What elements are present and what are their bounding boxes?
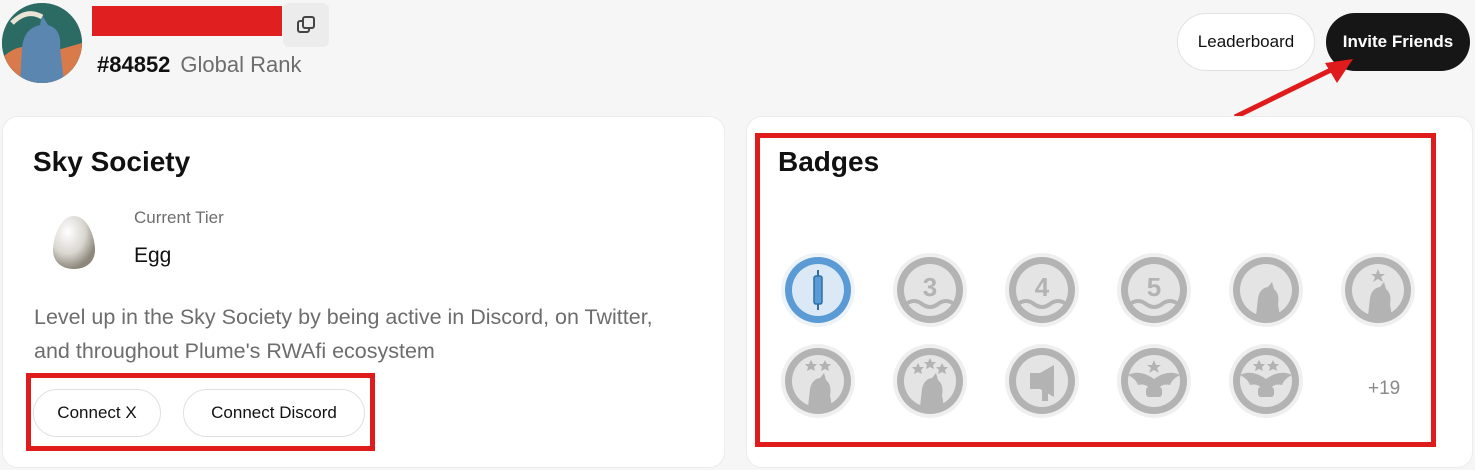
sky-society-description: Level up in the Sky Society by being act… (34, 305, 653, 363)
avatar-image (2, 3, 82, 83)
copy-icon (297, 16, 315, 33)
global-rank: #84852 Global Rank (97, 52, 302, 78)
copy-button[interactable] (283, 3, 329, 47)
annotation-arrow (1233, 59, 1353, 120)
rank-number: #84852 (97, 52, 171, 77)
username-redacted (92, 6, 282, 36)
current-tier-label: Current Tier (134, 208, 224, 227)
current-tier-value: Egg (134, 244, 172, 267)
avatar (2, 3, 82, 83)
annotation-box-connect (26, 373, 375, 451)
annotation-box-badges (755, 133, 1436, 447)
egg-icon (53, 216, 95, 269)
sky-society-title: Sky Society (33, 146, 191, 177)
rank-label: Global Rank (180, 52, 302, 77)
